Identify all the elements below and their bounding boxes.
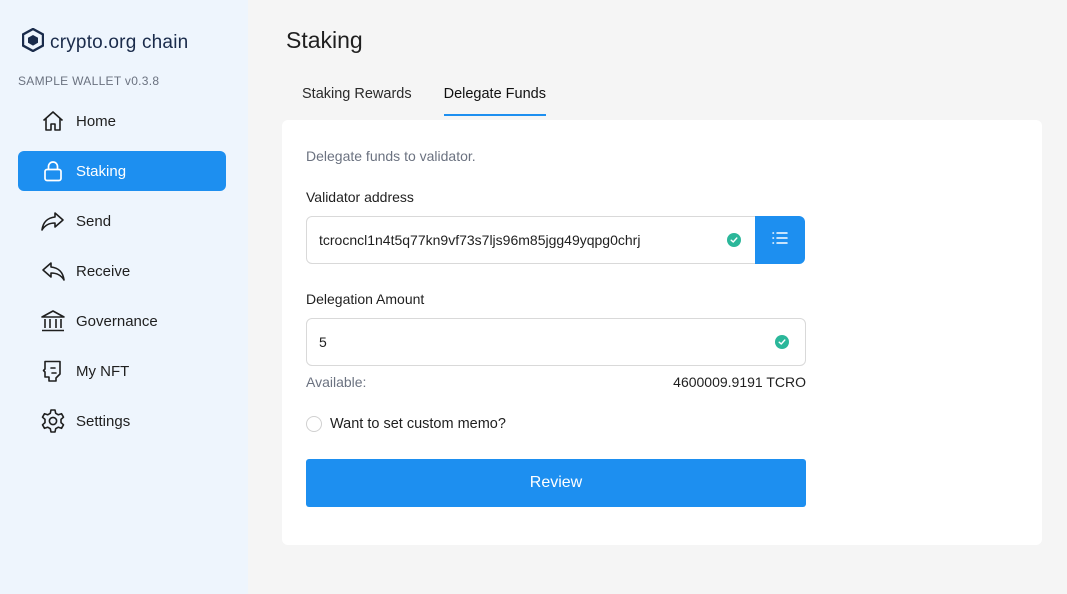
validator-valid-check-icon xyxy=(727,233,741,247)
tab-delegate-funds[interactable]: Delegate Funds xyxy=(443,86,546,116)
wallet-version: SAMPLE WALLET v0.3.8 xyxy=(18,74,160,88)
crypto-org-logo-icon xyxy=(21,27,45,57)
sidebar-item-label: Home xyxy=(76,112,117,130)
sidebar-item-my-nft[interactable]: My NFT xyxy=(18,351,226,391)
review-button[interactable]: Review xyxy=(306,459,806,507)
lock-icon xyxy=(40,158,66,184)
sidebar-item-settings[interactable]: Settings xyxy=(18,401,226,441)
bank-icon xyxy=(40,308,66,334)
sidebar-item-label: Governance xyxy=(76,312,158,330)
tab-staking-rewards[interactable]: Staking Rewards xyxy=(302,86,412,116)
sidebar-item-label: Send xyxy=(76,212,112,230)
sidebar-item-staking[interactable]: Staking xyxy=(18,151,226,191)
available-label: Available: xyxy=(306,374,367,390)
sidebar-item-label: Staking xyxy=(76,162,127,180)
home-icon xyxy=(40,108,66,134)
amount-valid-check-icon xyxy=(775,335,789,349)
sidebar-item-label: My NFT xyxy=(76,362,130,380)
sidebar-item-governance[interactable]: Governance xyxy=(18,301,226,341)
sidebar-item-label: Settings xyxy=(76,412,131,430)
delegation-amount-input[interactable]: 5 xyxy=(306,318,806,366)
custom-memo-label: Want to set custom memo? xyxy=(330,416,506,432)
validator-address-input[interactable]: tcrocncl1n4t5q77kn9vf73s7ljs96m85jgg49yq… xyxy=(306,216,758,264)
sidebar-item-receive[interactable]: Receive xyxy=(18,251,226,291)
send-icon xyxy=(40,208,66,234)
brand-logo[interactable]: crypto.org chain xyxy=(21,27,189,57)
sidebar-nav: Home Staking Send Receive Governance My … xyxy=(18,101,226,451)
nft-icon xyxy=(40,358,66,384)
custom-memo-radio[interactable] xyxy=(306,416,322,432)
delegation-amount-label: Delegation Amount xyxy=(306,291,425,307)
receive-icon xyxy=(40,258,66,284)
validator-address-value: tcrocncl1n4t5q77kn9vf73s7ljs96m85jgg49yq… xyxy=(319,232,641,248)
form-description: Delegate funds to validator. xyxy=(306,148,476,164)
custom-memo-option[interactable]: Want to set custom memo? xyxy=(306,416,506,432)
gear-icon xyxy=(40,408,66,434)
available-balance: 4600009.9191 TCRO xyxy=(673,374,806,390)
sidebar-item-send[interactable]: Send xyxy=(18,201,226,241)
validator-address-label: Validator address xyxy=(306,189,414,205)
sidebar-item-home[interactable]: Home xyxy=(18,101,226,141)
validator-list-button[interactable] xyxy=(755,216,805,264)
delegate-funds-card: Delegate funds to validator. Validator a… xyxy=(282,120,1042,545)
staking-tabs: Staking Rewards Delegate Funds xyxy=(302,86,578,116)
page-title: Staking xyxy=(286,27,363,53)
list-icon xyxy=(771,230,789,251)
sidebar-item-label: Receive xyxy=(76,262,131,280)
sidebar: crypto.org chain SAMPLE WALLET v0.3.8 Ho… xyxy=(0,0,248,594)
brand-name: crypto.org chain xyxy=(50,31,189,53)
delegation-amount-value: 5 xyxy=(319,334,327,350)
